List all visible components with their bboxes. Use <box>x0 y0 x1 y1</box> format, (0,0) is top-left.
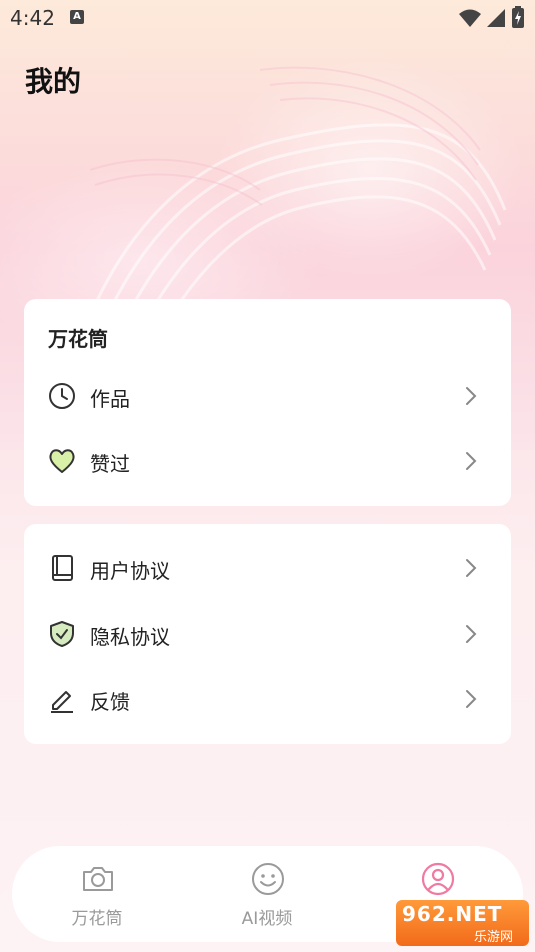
chevron-right-icon <box>466 625 477 643</box>
chevron-right-icon <box>466 387 477 405</box>
heart-icon <box>49 449 75 473</box>
status-bar: 4:42 A <box>0 0 535 36</box>
tab-ai-video[interactable]: AI视频 <box>207 846 327 942</box>
battery-charging-icon <box>512 6 524 28</box>
chevron-right-icon <box>466 690 477 708</box>
profile-icon <box>421 862 455 896</box>
menu-item-label: 隐私协议 <box>90 625 170 649</box>
watermark-subtitle: 乐游网 <box>474 930 514 945</box>
menu-item-user-agreement[interactable]: 用户协议 <box>24 536 511 600</box>
text-notification-icon: A <box>70 10 84 24</box>
menu-item-liked[interactable]: 赞过 <box>24 429 511 493</box>
settings-card: 用户协议 隐私协议 反馈 <box>24 524 511 744</box>
clock-icon <box>49 383 75 409</box>
chevron-right-icon <box>466 559 477 577</box>
section-title: 万花筒 <box>48 327 108 351</box>
pencil-icon <box>51 691 73 713</box>
menu-item-label: 反馈 <box>90 690 130 714</box>
watermark-brand: 962.NET <box>402 902 503 926</box>
menu-item-works[interactable]: 作品 <box>24 364 511 428</box>
page-title: 我的 <box>25 65 82 98</box>
menu-item-feedback[interactable]: 反馈 <box>24 667 511 731</box>
book-icon <box>52 555 73 581</box>
status-time: 4:42 <box>10 6 55 30</box>
menu-item-label: 作品 <box>90 387 130 411</box>
menu-item-label: 赞过 <box>90 452 130 476</box>
camera-icon <box>83 867 113 891</box>
wifi-icon <box>459 9 481 27</box>
menu-item-privacy-agreement[interactable]: 隐私协议 <box>24 602 511 666</box>
tab-label: 万花筒 <box>71 909 123 929</box>
tab-label: AI视频 <box>241 909 293 929</box>
shield-check-icon <box>50 621 74 647</box>
tab-wanhuatong[interactable]: 万花筒 <box>37 846 157 942</box>
chevron-right-icon <box>466 452 477 470</box>
wanhuatong-card: 万花筒 作品 赞过 <box>24 299 511 506</box>
site-watermark: 962.NET 乐游网 <box>396 900 529 946</box>
smile-icon <box>252 863 284 895</box>
menu-item-label: 用户协议 <box>90 559 170 583</box>
signal-icon <box>487 9 505 27</box>
